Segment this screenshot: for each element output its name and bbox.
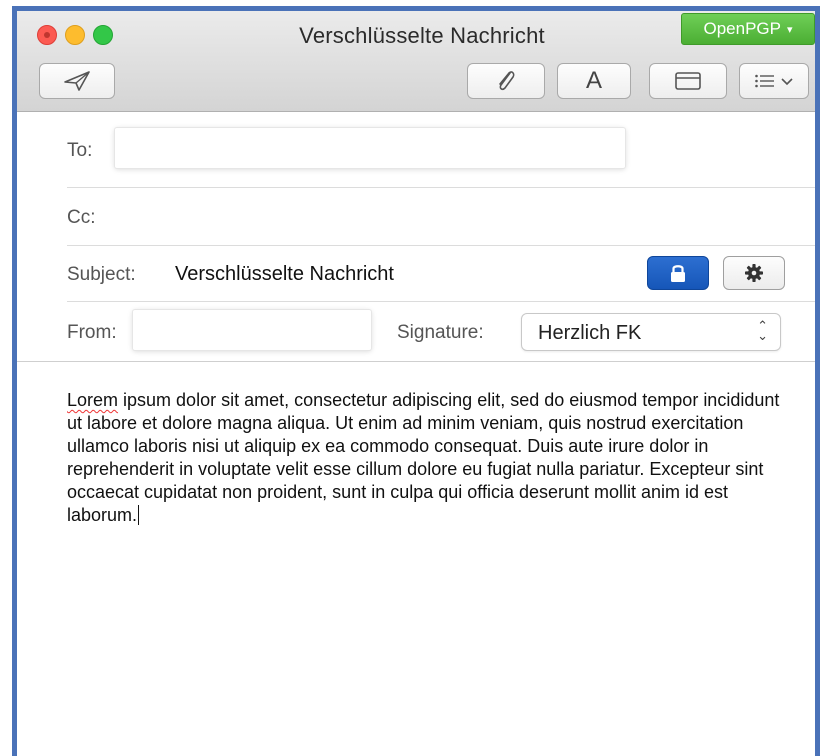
signature-select[interactable]: Herzlich FK ⌃ ⌄ <box>521 313 781 351</box>
from-label: From: <box>67 322 117 343</box>
text-cursor <box>138 505 140 525</box>
font-icon: A <box>585 67 602 94</box>
security-settings-button[interactable] <box>723 256 785 290</box>
zoom-window-button[interactable] <box>93 25 113 45</box>
compose-window: Verschlüsselte Nachricht OpenPGP ▾ A To:… <box>12 6 820 756</box>
subject-row: Subject: Verschlüsselte Nachricht <box>67 246 815 302</box>
signature-label: Signature: <box>397 322 484 343</box>
close-window-button[interactable] <box>37 25 57 45</box>
font-button[interactable]: A <box>557 63 631 99</box>
openpgp-menu-button[interactable]: OpenPGP ▾ <box>681 13 815 45</box>
paperclip-icon <box>499 71 515 91</box>
attach-button[interactable] <box>467 63 545 99</box>
updown-arrows-icon: ⌃ ⌄ <box>757 318 768 343</box>
misspelled-word: Lorem <box>67 390 119 410</box>
browser-view-button[interactable] <box>649 63 727 99</box>
lock-icon <box>671 265 685 282</box>
window-title: Verschlüsselte Nachricht <box>299 23 545 48</box>
send-button[interactable] <box>39 63 115 99</box>
send-icon <box>64 71 90 91</box>
signature-value: Herzlich FK <box>538 322 642 344</box>
cc-row: Cc: <box>67 188 815 246</box>
title-bar: Verschlüsselte Nachricht OpenPGP ▾ A <box>17 11 815 112</box>
from-field[interactable] <box>133 310 371 350</box>
openpgp-label: OpenPGP <box>703 19 781 38</box>
message-body[interactable]: Lorem ipsum dolor sit amet, consectetur … <box>67 389 787 527</box>
gear-icon <box>745 264 763 282</box>
encrypt-toggle-button[interactable] <box>647 256 709 290</box>
to-field[interactable] <box>115 128 625 168</box>
subject-field[interactable]: Verschlüsselte Nachricht <box>175 263 394 286</box>
subject-label: Subject: <box>67 264 136 285</box>
format-list-icon <box>755 74 774 88</box>
chevron-down-icon <box>781 78 793 86</box>
window-icon <box>675 72 701 90</box>
message-text: ipsum dolor sit amet, consectetur adipis… <box>67 390 780 525</box>
cc-label: Cc: <box>67 207 96 228</box>
to-label: To: <box>67 140 93 161</box>
to-row: To: <box>67 112 815 188</box>
from-row: From: Signature: Herzlich FK ⌃ ⌄ <box>17 302 815 362</box>
minimize-window-button[interactable] <box>65 25 85 45</box>
format-menu-button[interactable] <box>739 63 809 99</box>
chevron-down-icon: ▾ <box>786 23 793 36</box>
